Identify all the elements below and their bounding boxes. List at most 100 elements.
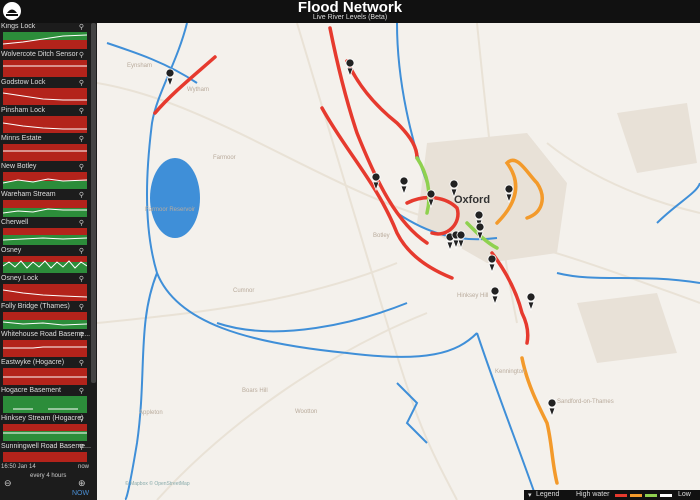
place-label: Hinksey Hill [457,293,489,299]
place-label: Boars Hill [242,388,268,394]
station-item[interactable]: Osney ⚲ [0,247,90,275]
location-pin-icon[interactable]: ⚲ [79,331,84,339]
flood-map[interactable]: Wytham Farmoor Farmoor Reservoir Botley … [97,23,700,500]
location-pin-icon[interactable]: ⚲ [79,219,84,227]
station-item[interactable]: Cherwell ⚲ [0,219,90,247]
station-item[interactable]: Pinsham Lock ⚲ [0,107,90,135]
map-attribution[interactable]: © Mapbox © OpenStreetMap [125,481,190,487]
level-sparkline [3,452,87,462]
location-pin-icon[interactable]: ⚲ [79,135,84,143]
station-label: Hogacre Basement [1,387,61,394]
place-label: Wootton [295,409,318,415]
legend-swatch-low [660,494,672,497]
level-sparkline [3,144,87,161]
station-sidebar[interactable]: Kings Lock ⚲ Wolvercote Ditch Sensor ⚲ God… [0,23,97,500]
station-label: Kings Lock [1,23,36,30]
farmoor-reservoir [150,158,200,238]
zoom-in-icon[interactable]: ⊕ [78,478,86,489]
location-pin-icon[interactable]: ⚲ [79,359,84,367]
station-item[interactable]: Folly Bridge (Thames) ⚲ [0,303,90,331]
location-pin-icon[interactable]: ⚲ [79,275,84,283]
station-label: Godstow Lock [1,79,46,86]
level-sparkline [3,88,87,105]
station-label: Osney Lock [1,275,38,282]
station-label: Wareham Stream [1,191,56,198]
timeline-next: now [78,464,90,470]
legend-swatch-high [615,494,627,497]
location-pin-icon[interactable]: ⚲ [79,387,84,395]
level-sparkline [3,340,87,357]
level-sparkline [3,200,87,217]
place-label: Eynsham [127,63,153,69]
station-item[interactable]: Godstow Lock ⚲ [0,79,90,107]
level-sparkline [3,424,87,441]
station-item[interactable]: New Botley ⚲ [0,163,90,191]
location-pin-icon[interactable]: ⚲ [79,163,84,171]
level-sparkline [3,32,87,49]
station-label: Folly Bridge (Thames) [1,303,70,310]
place-label: Sandford-on-Thames [557,399,614,405]
location-pin-icon[interactable]: ⚲ [79,79,84,87]
station-item[interactable]: Wareham Stream ⚲ [0,191,90,219]
station-label: Minns Estate [1,135,42,142]
level-sparkline [3,368,87,385]
station-item[interactable]: Wolvercote Ditch Sensor ⚲ [0,51,90,79]
station-item[interactable]: Osney Lock ⚲ [0,275,90,303]
legend-toggle-icon[interactable]: ▾ [528,491,532,499]
city-label: Oxford [454,194,491,206]
place-label: Kennington [495,369,526,375]
station-label: New Botley [1,163,37,170]
station-label: Pinsham Lock [1,107,45,114]
station-label: Hinksey Stream (Hogacre) [1,415,84,422]
station-label: Wolvercote Ditch Sensor [1,51,78,58]
legend-swatch-normal [645,494,657,497]
map-canvas [97,23,700,500]
place-label: Cumnor [233,288,255,294]
location-pin-icon[interactable]: ⚲ [79,443,84,451]
river-segment-high[interactable] [490,251,530,345]
station-label: Sunningwell Road Baseme... [1,443,91,450]
place-label: Appleton [139,410,163,416]
location-pin-icon[interactable]: ⚲ [79,415,84,423]
level-sparkline [3,172,87,189]
location-pin-icon[interactable]: ⚲ [79,107,84,115]
level-sparkline [3,60,87,77]
level-sparkline [3,284,87,301]
place-label: Farmoor [213,155,236,161]
timeline-interval: every 4 hours [30,473,67,479]
level-sparkline [3,228,87,245]
level-sparkline [3,256,87,273]
river-segment-medium[interactable] [520,356,559,485]
level-sparkline [3,116,87,133]
app-subtitle: Live River Levels (Beta) [312,14,388,21]
legend-title: Legend [536,491,560,498]
level-sparkline [3,396,87,413]
station-item[interactable]: Minns Estate ⚲ [0,135,90,163]
header-bar: Flood Network Live River Levels (Beta) [0,0,700,23]
place-label: Botley [373,233,390,239]
timeline-timestamp: 16:50 Jan 14 [1,464,36,470]
station-item[interactable]: Whitehouse Road Baseme... ⚲ [0,331,90,359]
place-label: Wytham [187,87,209,93]
map-legend[interactable]: ▾ Legend High water Low [524,490,700,500]
level-sparkline [3,312,87,329]
location-pin-icon[interactable]: ⚲ [79,51,84,59]
station-label: Osney [1,247,22,254]
location-pin-icon[interactable]: ⚲ [79,303,84,311]
legend-low-label: Low [678,491,691,498]
legend-high-label: High water [576,491,610,498]
station-item[interactable]: Hinksey Stream (Hogacre) ⚲ [0,415,90,443]
now-button[interactable]: NOW [72,490,89,497]
station-label: Whitehouse Road Baseme... [1,331,91,338]
station-item[interactable]: Kings Lock ⚲ [0,23,90,51]
place-label: Farmoor Reservoir [145,207,196,213]
location-pin-icon[interactable]: ⚲ [79,23,84,31]
sidebar-scrollbar[interactable] [91,23,96,383]
station-item[interactable]: Eastwyke (Hogacre) ⚲ [0,359,90,387]
station-item[interactable]: Hogacre Basement ⚲ [0,387,90,415]
location-pin-icon[interactable]: ⚲ [79,191,84,199]
zoom-out-icon[interactable]: ⊖ [4,478,12,489]
station-label: Eastwyke (Hogacre) [1,359,65,366]
station-label: Cherwell [1,219,29,226]
location-pin-icon[interactable]: ⚲ [79,247,84,255]
